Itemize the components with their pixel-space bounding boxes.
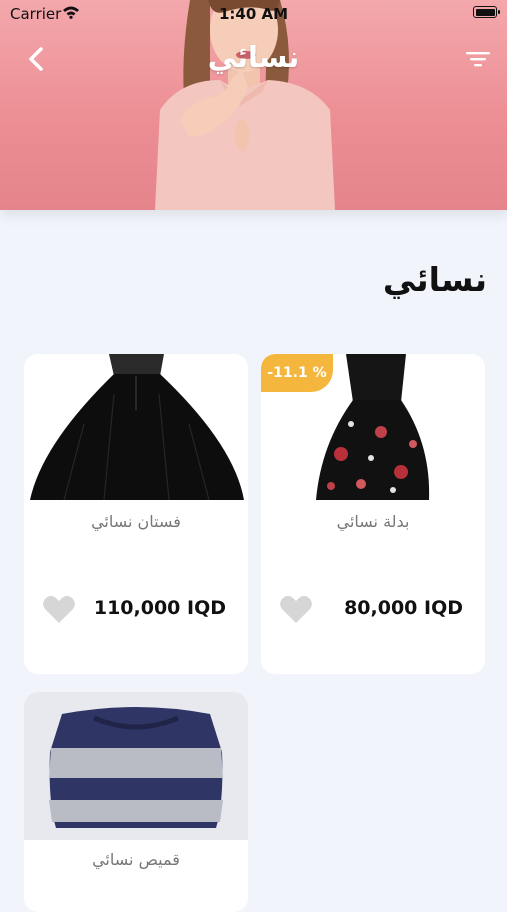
product-name: فستان نسائي	[91, 512, 181, 531]
heart-icon[interactable]	[279, 594, 313, 624]
header-title: نسائي	[207, 40, 300, 74]
status-bar: Carrier 1:40 AM	[0, 0, 507, 28]
product-card[interactable]: قميص نسائي	[24, 692, 248, 912]
product-card[interactable]: -11.1 % بدلة نسائي 80,000 IQD	[261, 354, 485, 674]
hero-model-image	[155, 0, 335, 210]
filter-icon[interactable]	[465, 48, 491, 70]
header-banner: Carrier 1:40 AM نسائي	[0, 0, 507, 210]
product-image	[24, 692, 248, 840]
product-image	[24, 354, 248, 502]
battery-icon	[473, 6, 500, 18]
product-price: 80,000 IQD	[344, 597, 463, 619]
product-name: بدلة نسائي	[336, 512, 410, 531]
section-title: نسائي	[382, 260, 487, 299]
product-name: قميص نسائي	[92, 850, 180, 869]
product-price: 110,000 IQD	[93, 597, 226, 619]
heart-icon[interactable]	[42, 594, 76, 624]
discount-badge: -11.1 %	[261, 354, 333, 392]
product-card[interactable]: فستان نسائي 110,000 IQD	[24, 354, 248, 674]
status-time: 1:40 AM	[218, 5, 289, 23]
